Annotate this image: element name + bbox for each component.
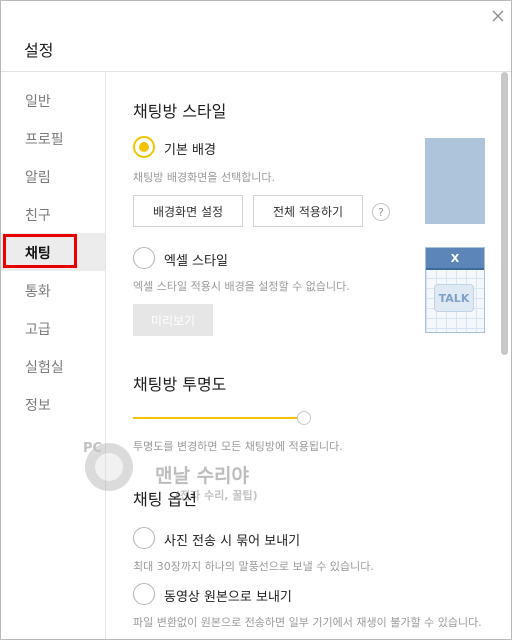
sidebar-item-label: 실험실 [25,360,64,376]
chat-options-heading: 채팅 옵션 [133,490,197,509]
settings-window: 설정 일반 프로필 알림 친구 채팅 통화 고급 실험실 정보 채팅방 스타일 … [0,0,512,640]
sidebar-item-label: 친구 [25,208,51,224]
help-icon[interactable]: ? [372,203,390,221]
chat-style-heading: 채팅방 스타일 [133,102,227,121]
sidebar-item-chat[interactable]: 채팅 [1,233,105,271]
close-button[interactable] [487,5,509,27]
basic-background-preview [425,138,485,224]
sidebar-item-notifications[interactable]: 알림 [1,157,105,195]
excel-style-description: 엑셀 스타일 적용시 배경을 설정할 수 없습니다. [133,280,350,293]
sidebar-item-label: 프로필 [25,132,64,148]
sidebar-item-label: 일반 [25,94,51,110]
excel-logo-icon: X [426,248,484,270]
basic-background-radio[interactable] [133,136,155,158]
preview-button[interactable]: 미리보기 [133,304,213,336]
basic-background-description: 채팅방 배경화면을 선택합니다. [133,171,276,184]
sidebar: 일반 프로필 알림 친구 채팅 통화 고급 실험실 정보 [1,72,106,639]
photo-bundle-description: 최대 30장까지 하나의 말풍선으로 보낼 수 있습니다. [133,560,374,573]
sidebar-item-call[interactable]: 통화 [1,271,105,309]
video-original-description: 파일 변환없이 원본으로 전송하면 일부 기기에서 재생이 불가할 수 있습니다… [133,616,482,629]
photo-bundle-radio[interactable] [133,527,155,549]
excel-style-label[interactable]: 엑셀 스타일 [164,250,228,269]
scrollbar[interactable] [500,72,511,639]
transparency-description: 투명도를 변경하면 모든 채팅방에 적용됩니다. [133,440,343,453]
close-icon[interactable] [492,10,504,22]
video-original-label[interactable]: 동영상 원본으로 보내기 [164,586,292,605]
sidebar-item-label: 알림 [25,170,51,186]
transparency-heading: 채팅방 투명도 [133,375,227,394]
basic-background-label[interactable]: 기본 배경 [164,139,216,158]
video-original-radio[interactable] [133,583,155,605]
transparency-slider-track[interactable] [133,417,305,419]
sidebar-item-general[interactable]: 일반 [1,81,105,119]
settings-content: 채팅방 스타일 기본 배경 채팅방 배경화면을 선택합니다. 배경화면 설정 전… [106,72,511,639]
excel-style-preview: X TALK [425,247,485,333]
sidebar-item-advanced[interactable]: 고급 [1,309,105,347]
transparency-slider-thumb[interactable] [297,411,311,425]
scrollbar-thumb[interactable] [501,72,508,355]
sidebar-item-friends[interactable]: 친구 [1,195,105,233]
sidebar-item-label: 정보 [25,398,51,414]
window-title: 설정 [24,41,54,60]
sidebar-item-label: 고급 [25,322,51,338]
talk-bubble-icon: TALK [434,284,474,312]
sidebar-item-label: 채팅 [25,246,51,262]
excel-style-radio[interactable] [133,247,155,269]
sidebar-item-info[interactable]: 정보 [1,385,105,423]
sidebar-item-label: 통화 [25,284,51,300]
sidebar-item-labs[interactable]: 실험실 [1,347,105,385]
sidebar-item-profile[interactable]: 프로필 [1,119,105,157]
set-wallpaper-button[interactable]: 배경화면 설정 [133,195,243,227]
photo-bundle-label[interactable]: 사진 전송 시 묶어 보내기 [164,530,300,549]
apply-all-button[interactable]: 전체 적용하기 [253,195,363,227]
